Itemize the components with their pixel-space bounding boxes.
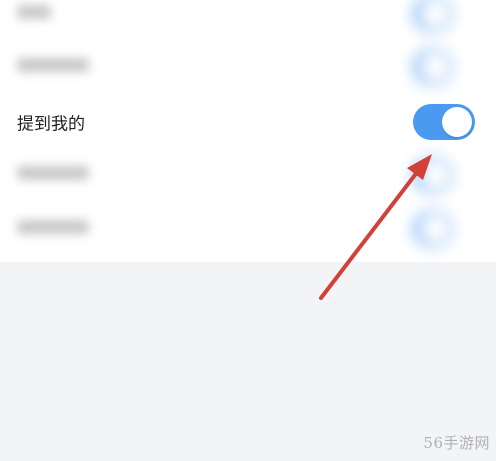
settings-row-1-toggle[interactable]: [413, 0, 453, 32]
settings-row-2-toggle[interactable]: [413, 49, 453, 85]
mentions-toggle[interactable]: [413, 104, 475, 140]
toggle-knob: [420, 160, 450, 190]
watermark: 56手游网: [423, 434, 490, 452]
toggle-knob: [442, 107, 472, 137]
toggle-knob: [420, 214, 450, 244]
settings-row-mentions: 提到我的: [0, 95, 496, 149]
settings-row-5-toggle[interactable]: [413, 211, 453, 247]
toggle-knob: [420, 52, 450, 82]
settings-row-1-label: [17, 4, 51, 24]
settings-list: 提到我的: [0, 0, 496, 262]
toggle-knob: [420, 0, 450, 29]
mentions-label: 提到我的: [17, 114, 85, 135]
settings-row-5: [0, 202, 496, 256]
settings-row-2: [0, 40, 496, 94]
settings-row-4-label: [17, 165, 89, 185]
settings-row-4: [0, 148, 496, 202]
settings-row-2-label: [17, 57, 89, 77]
settings-row-5-label: [17, 219, 89, 239]
settings-row-1: [0, 0, 496, 41]
settings-row-4-toggle[interactable]: [413, 157, 453, 193]
